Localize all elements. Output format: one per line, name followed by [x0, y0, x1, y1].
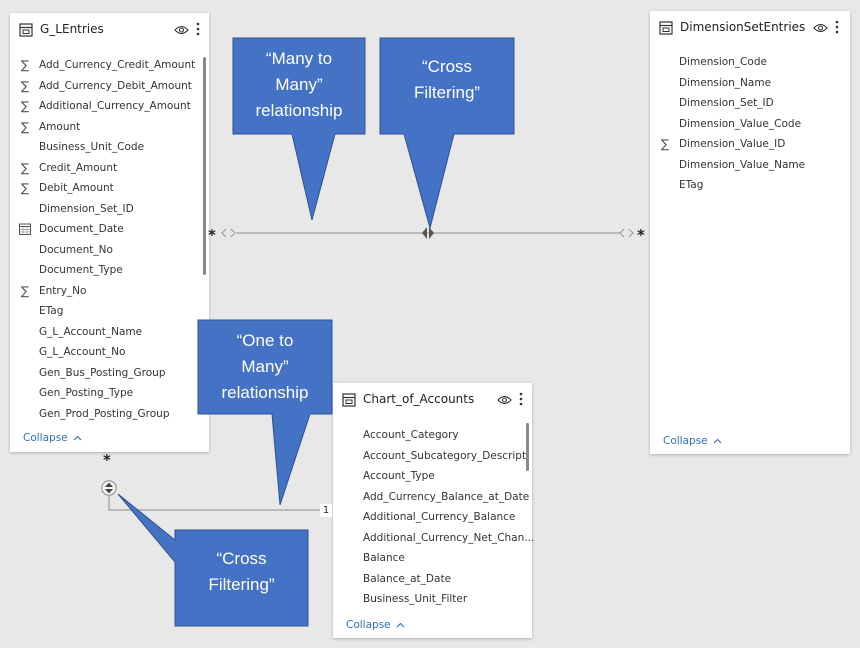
callout-line: “Cross	[421, 57, 473, 76]
callout-line: Many”	[241, 357, 289, 376]
callout-line: “One to	[236, 331, 294, 350]
model-diagram-canvas: G_LEntries ∑ Add_Currency_Credit_Amount ∑ A…	[0, 0, 860, 648]
callout-line: Many”	[275, 75, 323, 94]
callout-text-cross-filtering-bottom: “Cross Filtering”	[175, 546, 308, 598]
callout-text-one-to-many: “One to Many” relationship	[198, 328, 332, 406]
callout-text-cross-filtering-top: “Cross Filtering”	[380, 54, 514, 106]
callout-line: “Cross	[216, 549, 267, 568]
callout-line: Filtering”	[208, 575, 275, 594]
callout-line: “Many to	[265, 49, 333, 68]
callout-line: Filtering”	[413, 83, 481, 102]
callout-line: relationship	[255, 101, 343, 120]
callout-line: relationship	[221, 383, 309, 402]
callout-text-many-to-many: “Many to Many” relationship	[233, 46, 365, 124]
